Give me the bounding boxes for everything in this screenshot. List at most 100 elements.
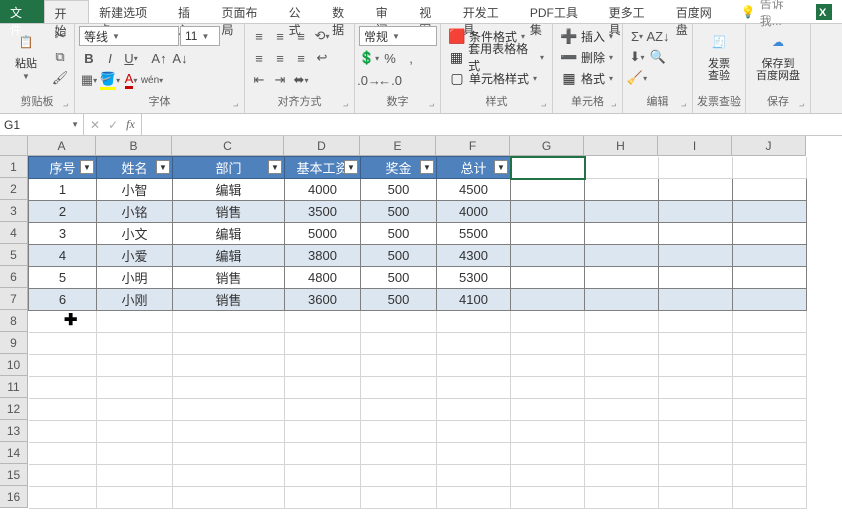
cell[interactable] <box>437 421 511 443</box>
row-header-3[interactable]: 3 <box>0 200 28 222</box>
cell[interactable] <box>733 267 807 289</box>
name-box[interactable]: G1▼ <box>0 114 84 135</box>
cell[interactable] <box>733 465 807 487</box>
cell[interactable] <box>585 289 659 311</box>
cell[interactable] <box>659 443 733 465</box>
cell[interactable] <box>511 311 585 333</box>
copy-button[interactable]: ⧉ <box>50 47 70 67</box>
comma-button[interactable]: , <box>401 48 421 68</box>
align-right-button[interactable]: ≡ <box>291 48 311 68</box>
cell[interactable]: 4000 <box>437 201 511 223</box>
cell[interactable] <box>733 157 807 179</box>
cell[interactable]: 小文 <box>97 223 173 245</box>
cell[interactable]: 3600 <box>285 289 361 311</box>
cell[interactable] <box>97 421 173 443</box>
italic-button[interactable]: I <box>100 48 120 68</box>
cell[interactable] <box>173 355 285 377</box>
cell[interactable] <box>285 465 361 487</box>
indent-inc-button[interactable]: ⇥ <box>270 70 290 90</box>
cell[interactable] <box>511 487 585 509</box>
cell[interactable]: 编辑 <box>173 179 285 201</box>
row-header-4[interactable]: 4 <box>0 222 28 244</box>
cell[interactable] <box>29 355 97 377</box>
cell[interactable] <box>511 377 585 399</box>
filter-button[interactable]: ▼ <box>268 160 282 174</box>
row-header-16[interactable]: 16 <box>0 486 28 508</box>
cell[interactable] <box>659 245 733 267</box>
cell[interactable] <box>437 355 511 377</box>
col-header-F[interactable]: F <box>436 136 510 156</box>
cell[interactable] <box>585 487 659 509</box>
cell[interactable] <box>585 245 659 267</box>
cell[interactable] <box>511 245 585 267</box>
cell[interactable] <box>361 355 437 377</box>
cell[interactable] <box>585 443 659 465</box>
cell[interactable] <box>585 377 659 399</box>
table-format-button[interactable]: ▦套用表格格式▾ <box>445 47 548 67</box>
filter-button[interactable]: ▼ <box>344 160 358 174</box>
indent-dec-button[interactable]: ⇤ <box>249 70 269 90</box>
cell[interactable] <box>285 333 361 355</box>
tab-view[interactable]: 视图 <box>409 0 453 23</box>
col-header-A[interactable]: A <box>28 136 96 156</box>
cell[interactable] <box>29 333 97 355</box>
cell[interactable] <box>659 399 733 421</box>
cell[interactable] <box>511 399 585 421</box>
cell[interactable] <box>511 179 585 201</box>
col-header-G[interactable]: G <box>510 136 584 156</box>
row-header-10[interactable]: 10 <box>0 354 28 376</box>
cell[interactable]: 姓名▼ <box>97 157 173 179</box>
cell[interactable] <box>29 443 97 465</box>
cell[interactable] <box>361 377 437 399</box>
select-all-corner[interactable] <box>0 136 28 156</box>
cell[interactable]: 5 <box>29 267 97 289</box>
tab-formula[interactable]: 公式 <box>279 0 323 23</box>
cell[interactable]: 500 <box>361 201 437 223</box>
align-left-button[interactable]: ≡ <box>249 48 269 68</box>
cell[interactable]: 500 <box>361 223 437 245</box>
cell[interactable]: 销售 <box>173 289 285 311</box>
cell[interactable] <box>733 443 807 465</box>
tab-data[interactable]: 数据 <box>322 0 366 23</box>
cell[interactable] <box>659 179 733 201</box>
cell[interactable] <box>29 421 97 443</box>
row-header-12[interactable]: 12 <box>0 398 28 420</box>
wrap-text-button[interactable]: ↩ <box>312 48 332 68</box>
cell[interactable] <box>361 421 437 443</box>
col-header-H[interactable]: H <box>584 136 658 156</box>
cell[interactable]: 总计▼ <box>437 157 511 179</box>
cell[interactable]: 小铭 <box>97 201 173 223</box>
tab-file[interactable]: 文件 <box>0 0 44 23</box>
row-header-8[interactable]: 8 <box>0 310 28 332</box>
number-format-combo[interactable]: 常规▼ <box>359 26 437 46</box>
cell[interactable] <box>361 333 437 355</box>
cell[interactable] <box>437 443 511 465</box>
align-center-button[interactable]: ≡ <box>270 48 290 68</box>
cell[interactable] <box>173 465 285 487</box>
tab-more[interactable]: 更多工具 <box>599 0 666 23</box>
row-header-14[interactable]: 14 <box>0 442 28 464</box>
cell[interactable] <box>285 399 361 421</box>
cell[interactable]: 3 <box>29 223 97 245</box>
row-header-7[interactable]: 7 <box>0 288 28 310</box>
cell[interactable]: 4800 <box>285 267 361 289</box>
cell[interactable] <box>659 311 733 333</box>
cell[interactable]: 500 <box>361 179 437 201</box>
insert-cells-button[interactable]: ➕插入▾ <box>557 26 617 46</box>
cut-button[interactable]: ✂ <box>50 26 70 46</box>
cell[interactable] <box>29 377 97 399</box>
cell[interactable] <box>437 311 511 333</box>
cell[interactable] <box>733 311 807 333</box>
cell[interactable] <box>437 333 511 355</box>
align-bottom-button[interactable]: ≡ <box>291 26 311 46</box>
cell[interactable] <box>285 311 361 333</box>
cell[interactable] <box>285 487 361 509</box>
col-header-C[interactable]: C <box>172 136 284 156</box>
font-grow-button[interactable]: A↑ <box>149 48 169 68</box>
underline-button[interactable]: U▾ <box>121 48 141 68</box>
cell[interactable] <box>97 377 173 399</box>
row-header-1[interactable]: 1 <box>0 156 28 178</box>
cell[interactable]: 4000 <box>285 179 361 201</box>
tab-newtab[interactable]: 新建选项卡 <box>89 0 168 23</box>
cell[interactable] <box>511 355 585 377</box>
